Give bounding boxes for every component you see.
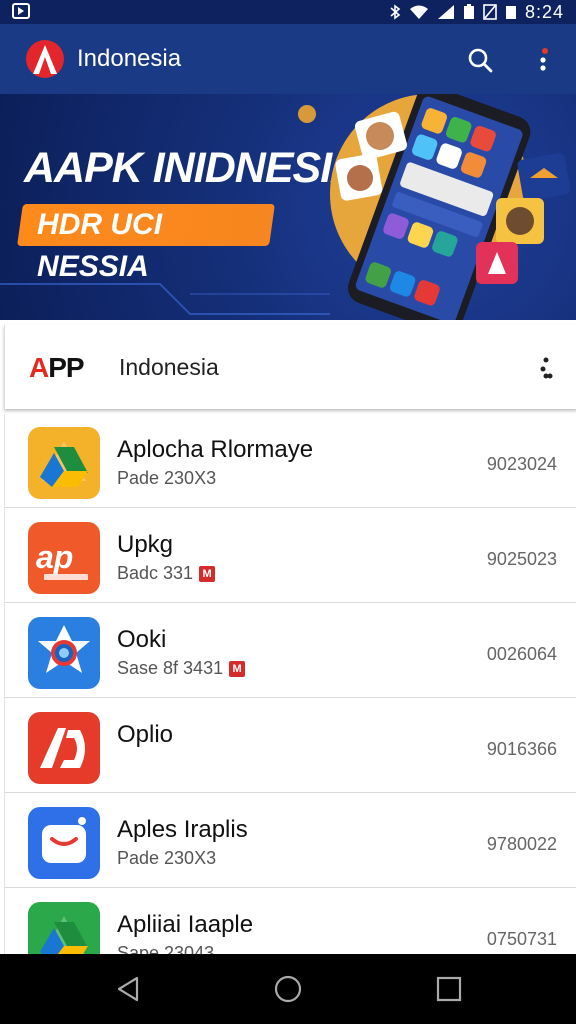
app-bar: Indonesia (0, 24, 576, 94)
app-subtitle-row: Pade 230X3 (117, 848, 216, 869)
svg-text:ap: ap (36, 539, 73, 575)
banner-pill-text: HDR UCI NESSIA (37, 208, 163, 283)
app-name: Oplio (117, 721, 174, 748)
app-list-item[interactable]: Oplio 9016366 (5, 699, 576, 793)
app-logo-icon[interactable] (24, 39, 66, 79)
app-name: Ooki (117, 626, 167, 653)
section-logo-pp: PP (48, 352, 84, 383)
app-number: 0026064 (486, 644, 557, 664)
banner-pill[interactable]: HDR UCI NESSIA (17, 204, 275, 283)
status-bar: 8:24 (0, 0, 576, 24)
navigation-bar (0, 954, 576, 1024)
drive-triangle-icon (28, 427, 100, 499)
app-subtitle: Sape 23043 (117, 943, 215, 954)
app-subtitle-row: Sase 8f 3431 M (117, 658, 246, 679)
app-number: 9025023 (486, 549, 557, 569)
app-subtitle: Sase 8f 3431 (117, 658, 224, 678)
app-number: 9023024 (486, 454, 557, 474)
section-header: APP Indonesia (4, 325, 576, 409)
app-badge: M (199, 565, 216, 582)
app-subtitle: Badc 331 (117, 563, 194, 583)
phone-illustration (330, 94, 571, 320)
back-icon[interactable] (113, 974, 143, 1004)
drive-triangle-icon (28, 902, 100, 954)
app-number: 9016366 (486, 739, 557, 759)
home-icon[interactable] (273, 974, 303, 1004)
app-number: 0750731 (486, 929, 557, 949)
app-list-item[interactable]: Aples Iraplis Pade 230X3 9780022 (5, 794, 576, 888)
battery-full-icon (505, 6, 516, 19)
section-logo: APP (29, 352, 85, 384)
wifi-icon (409, 5, 428, 19)
app-badge: M (229, 660, 246, 677)
app-bar-title: Indonesia (77, 45, 182, 72)
app-name: Upkg (117, 531, 174, 558)
banner-headline: AAPK INIDNESIA (24, 144, 362, 192)
section-title: Indonesia (119, 354, 219, 380)
search-icon[interactable] (466, 46, 494, 74)
promo-banner[interactable]: AAPK INIDNESIA HDR UCI NESSIA (0, 94, 576, 320)
app-list-item[interactable]: Aplocha Rlormaye Pade 230X3 9023024 (5, 414, 576, 508)
notification-icon (12, 3, 30, 19)
battery-icon (463, 4, 474, 19)
app-subtitle: Pade 230X3 (117, 468, 217, 488)
app-subtitle-row: Pade 230X3 (117, 468, 216, 489)
app-subtitle: Pade 230X3 (117, 848, 217, 868)
app-list-item[interactable]: ap Upkg Badc 331 M 9025023 (5, 509, 576, 603)
app-list-item[interactable]: Apliiai Iaaple Sape 23043 0750731 (5, 889, 576, 954)
ap-logo-icon: ap (28, 522, 100, 594)
recents-icon[interactable] (434, 974, 464, 1004)
app-list: Aplocha Rlormaye Pade 230X3 9023024 ap Upkg B… (4, 414, 576, 954)
signal-icon (437, 5, 454, 19)
app-subtitle-row: Badc 331 M (117, 563, 216, 584)
ad-logo-icon (28, 712, 100, 784)
chat-face-icon (28, 807, 100, 879)
app-name: Apliiai Iaaple (117, 911, 254, 938)
section-logo-a: A (29, 352, 49, 383)
section-menu-icon[interactable] (539, 355, 553, 381)
app-list-item[interactable]: Ooki Sase 8f 3431 M 0026064 (5, 604, 576, 698)
app-number: 9780022 (486, 834, 557, 854)
status-time: 8:24 (524, 1, 564, 22)
no-sim-icon (483, 4, 497, 20)
app-name: Aplocha Rlormaye (117, 436, 314, 463)
more-options-icon[interactable] (532, 46, 556, 74)
bluetooth-icon (390, 4, 401, 20)
app-name: Aples Iraplis (117, 816, 248, 843)
camera-star-icon (28, 617, 100, 689)
app-subtitle-row: Sape 23043 (117, 943, 214, 954)
